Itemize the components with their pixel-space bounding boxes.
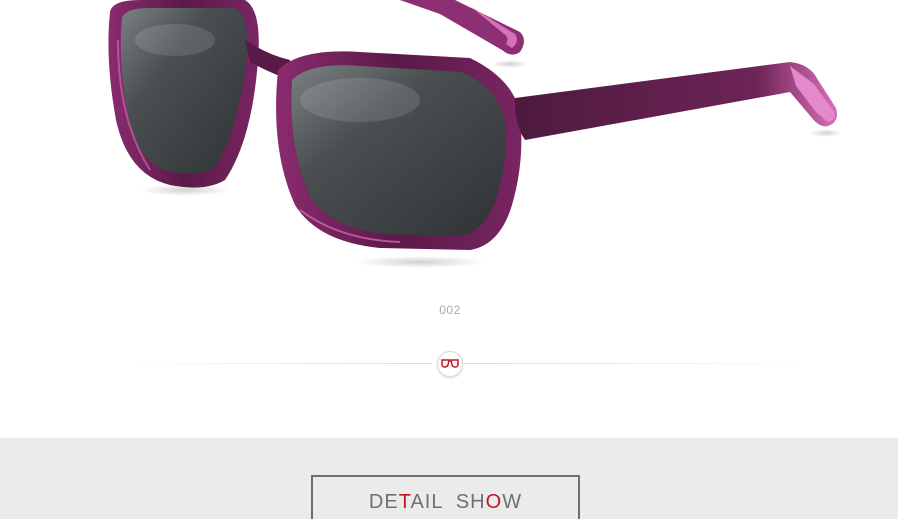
sunglasses-product-image (108, 0, 842, 268)
detail-show-title-box: DETAIL SHOW (311, 475, 580, 519)
divider-line-right (464, 363, 820, 364)
title-part: DE (368, 491, 399, 513)
detail-show-title: DETAIL SHOW (369, 491, 522, 514)
title-part-accent: T (398, 491, 411, 513)
detail-show-band: DETAIL SHOW (0, 438, 898, 519)
product-detail-page: 002 DETAIL SHOW (0, 0, 900, 519)
divider-badge (437, 351, 463, 377)
title-part: AIL SH (410, 491, 486, 513)
section-divider (120, 350, 820, 378)
title-part-accent: O (485, 491, 503, 513)
title-part: W (502, 491, 523, 513)
divider-line-left (120, 363, 432, 364)
variant-code-label: 002 (439, 303, 461, 317)
